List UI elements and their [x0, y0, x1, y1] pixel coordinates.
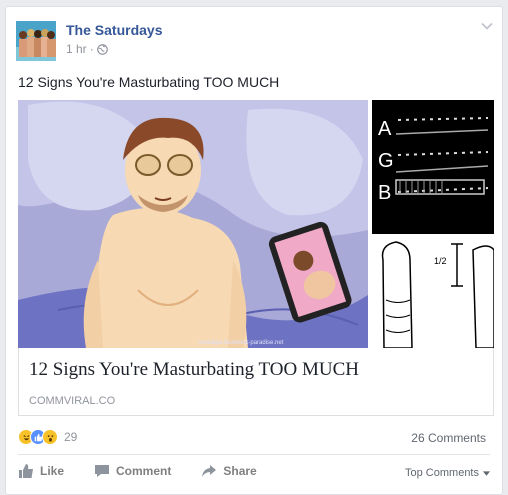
page-name-link[interactable]: The Saturdays — [66, 22, 162, 38]
like-label: Like — [40, 464, 65, 478]
panel-letter-b: B — [378, 182, 392, 204]
reaction-count: 29 — [64, 430, 78, 444]
wow-reaction-icon — [42, 429, 58, 445]
like-button[interactable]: Like — [18, 463, 64, 479]
diagram-label: 1/2 — [434, 256, 447, 266]
share-button[interactable]: Share — [201, 463, 257, 479]
post-timestamp[interactable]: 1 hr — [66, 42, 87, 56]
post-meta: 1 hr · — [66, 42, 108, 56]
link-domain: COMMVIRAL.CO — [29, 395, 116, 407]
comment-sort-label: Top Comments — [405, 467, 479, 479]
comments-count-link[interactable]: 26 Comments — [411, 431, 486, 445]
globe-icon — [96, 43, 108, 55]
comment-sort-dropdown[interactable]: Top Comments — [405, 467, 490, 479]
comment-label: Comment — [116, 464, 172, 478]
actions-divider — [18, 454, 490, 455]
comment-button[interactable]: Comment — [94, 463, 171, 479]
speech-bubble-icon — [95, 465, 110, 477]
thumbs-up-icon — [19, 464, 33, 478]
page-avatar[interactable] — [16, 21, 56, 61]
reaction-summary[interactable]: 29 — [18, 429, 77, 445]
post-actions: Like Comment Share — [18, 463, 287, 479]
chevron-down-icon[interactable] — [480, 19, 494, 33]
svg-text:nostalgia-facebook-paradise.ne: nostalgia-facebook-paradise.net — [198, 340, 284, 346]
panel-letter-a: A — [378, 118, 392, 140]
link-title[interactable]: 12 Signs You're Masturbating TOO MUCH — [29, 359, 359, 381]
panel-letter-g: G — [378, 150, 394, 172]
meta-separator: · — [89, 42, 94, 56]
share-arrow-icon — [202, 465, 217, 477]
link-preview-image[interactable]: nostalgia-facebook-paradise.net A G B 1/… — [18, 100, 495, 349]
share-label: Share — [223, 464, 257, 478]
post-card: The Saturdays 1 hr · 12 Signs You're Mas… — [5, 6, 503, 495]
caret-down-icon — [483, 470, 490, 476]
link-preview-caption[interactable]: 12 Signs You're Masturbating TOO MUCH CO… — [18, 348, 494, 416]
post-message: 12 Signs You're Masturbating TOO MUCH — [18, 74, 280, 90]
